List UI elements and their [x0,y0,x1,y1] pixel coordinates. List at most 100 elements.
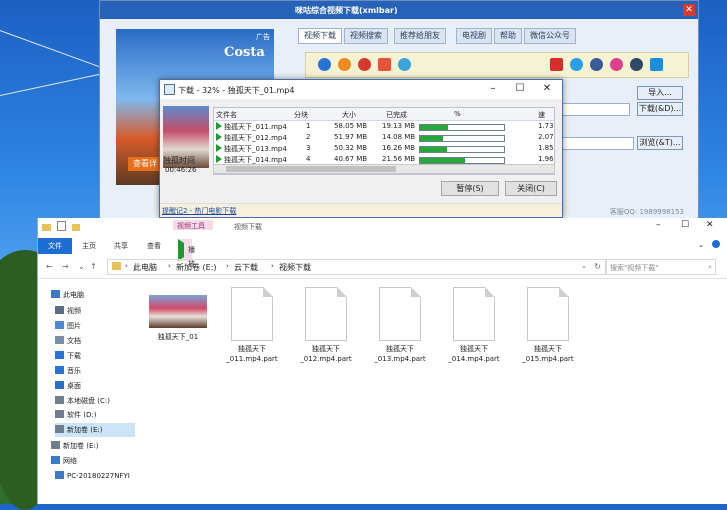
tab-home[interactable]: 主页 [82,241,96,251]
app-close-button[interactable]: ✕ [683,4,695,16]
pause-button[interactable]: 暂停(S) [441,181,499,196]
file-item[interactable]: 独孤天下_015.mp4.part [518,287,578,364]
sidebar-item-label: 此电脑 [63,291,84,299]
file-item[interactable]: 独孤天下_01 [148,287,208,342]
close-dialog-button[interactable]: 关闭(C) [505,181,557,196]
quick-access-toolbar[interactable] [42,221,90,231]
table-row[interactable]: 独孤天下_012.mp4 2 51.97 MB 14.08 MB 2.07 M [214,132,554,143]
pictures-folder-icon [55,321,64,329]
sidebar-item[interactable]: 图片 [55,319,135,333]
sidebar-item[interactable]: 下载 [55,349,135,363]
support-qq: 客服QQ: 1989998153 [609,208,684,216]
play-icon[interactable] [318,58,331,71]
sidebar-item[interactable]: 音乐 [55,364,135,378]
music-folder-icon [55,366,64,374]
sidebar-item[interactable]: 新加卷 (E:) [51,439,135,453]
sidebar-item[interactable]: 软件 (D:) [55,408,135,422]
column-header-speed[interactable]: 速 [538,110,545,120]
file-item[interactable]: 独孤天下_011.mp4.part [222,287,282,364]
tab-tv[interactable]: 电视剧 [456,28,492,44]
tab-video-download[interactable]: 视频下载 [298,28,342,44]
sidebar-item-label: PC-20180227NFYI [67,472,130,480]
file-label: 独孤天下_011.mp4.part [226,345,278,363]
speed-cell: 1.73 M [538,122,554,130]
app-title: 咪咕综合视频下载(xmlbar) [295,6,398,15]
file-item[interactable]: 独孤天下_013.mp4.part [370,287,430,364]
footer-link[interactable]: 提醒记2 - 热门电影下载 [162,206,236,216]
new-folder-icon[interactable] [71,224,80,231]
sidebar-item-label: 音乐 [67,367,81,375]
breadcrumb-separator-icon: › [125,262,128,270]
forward-icon[interactable]: → [62,262,69,271]
ad-view-button[interactable]: 查看详 [128,157,162,171]
facebook-icon[interactable] [590,58,603,71]
record-icon[interactable] [358,58,371,71]
file-icon [231,287,273,341]
file-name: 独孤天下_011.mp4 [224,123,287,131]
tumblr-icon[interactable] [630,58,643,71]
up-icon[interactable]: ↑ [90,262,97,271]
drive-icon [55,425,64,433]
url-field[interactable] [556,103,630,116]
file-item[interactable]: 独孤天下_012.mp4.part [296,287,356,364]
progress-bar [419,124,505,131]
size-cell: 40.67 MB [334,155,368,163]
sidebar-item[interactable]: 此电脑 [51,288,135,302]
sidebar-item[interactable]: 文档 [55,334,135,348]
bookmark-icon[interactable] [378,58,391,71]
sidebar-item-label: 文档 [67,337,81,345]
sidebar-item[interactable]: PC-20180227NFYI [55,469,135,483]
tab-help[interactable]: 帮助 [494,28,522,44]
documents-folder-icon [55,336,64,344]
sidebar-item[interactable]: 新加卷 (E:) [55,423,135,437]
drive-icon [55,396,64,404]
tab-file[interactable]: 文件 [38,238,72,254]
horizontal-scrollbar[interactable] [213,164,555,174]
column-header-percent[interactable]: % [454,110,461,118]
network-icon [51,456,60,464]
thumbnail-duration: 00:46:26 [165,166,197,174]
sidebar-item[interactable]: 本地磁盘 (C:) [55,394,135,408]
maximize-icon[interactable]: ☐ [509,81,531,97]
smile-icon[interactable] [338,58,351,71]
done-cell: 14.08 MB [382,133,416,141]
properties-icon[interactable] [56,221,66,231]
dialog-title: 下载 - 32% - 独孤天下_01.mp4 [178,86,295,95]
file-item[interactable]: 独孤天下_014.mp4.part [444,287,504,364]
dialog-title-bar[interactable]: 下载 - 32% - 独孤天下_01.mp4 – ☐ ✕ [160,80,562,99]
table-row[interactable]: 独孤天下_011.mp4 1 58.05 MB 19.13 MB 1.73 M [214,121,554,132]
folder-icon [112,262,121,270]
downloads-folder-icon [55,351,64,359]
tab-wechat[interactable]: 微信公众号 [524,28,576,44]
import-button[interactable]: 导入... [637,86,683,100]
browse-button[interactable]: 浏览(&T)... [637,136,683,150]
column-header-part[interactable]: 分块 [294,110,308,120]
minimize-icon[interactable]: – [482,81,504,97]
file-name: 独孤天下_013.mp4 [224,145,287,153]
tab-video-search[interactable]: 视频搜索 [344,28,388,44]
navigation-pane: 此电脑 视频 图片 文档 下载 音乐 桌面 本地磁盘 (C:) 软件 (D:) 新加卷 (E:) 新… [38,278,138,504]
close-icon[interactable]: ✕ [536,81,558,97]
file-label: 独孤天下_013.mp4.part [374,345,426,363]
tab-recommend[interactable]: 推荐给朋友 [394,28,446,44]
sidebar-item[interactable]: 视频 [55,304,135,318]
column-header-done[interactable]: 已完成 [386,110,407,120]
delicious-icon[interactable] [650,58,663,71]
back-icon[interactable]: ← [46,262,53,271]
app-title-bar[interactable]: 咪咕综合视频下载(xmlbar) ✕ [100,1,698,19]
column-header-filename[interactable]: 文件名 [216,110,237,120]
sidebar-item[interactable]: 网络 [51,454,135,468]
recent-locations-icon[interactable]: ⌄ [78,262,85,271]
table-row[interactable]: 独孤天下_013.mp4 3 50.32 MB 16.26 MB 1.85 M [214,143,554,154]
file-label: 独孤天下_012.mp4.part [300,345,352,363]
sidebar-item[interactable]: 桌面 [55,379,135,393]
download-button[interactable]: 下载(&D)... [637,102,683,116]
tab-share[interactable]: 共享 [114,241,128,251]
save-path-field[interactable] [556,137,634,150]
column-header-size[interactable]: 大小 [342,110,356,120]
play-icon [216,122,222,130]
linkedin-icon[interactable] [610,58,623,71]
twitter-icon[interactable] [570,58,583,71]
youtube-icon[interactable] [550,58,563,71]
web-icon[interactable] [398,58,411,71]
